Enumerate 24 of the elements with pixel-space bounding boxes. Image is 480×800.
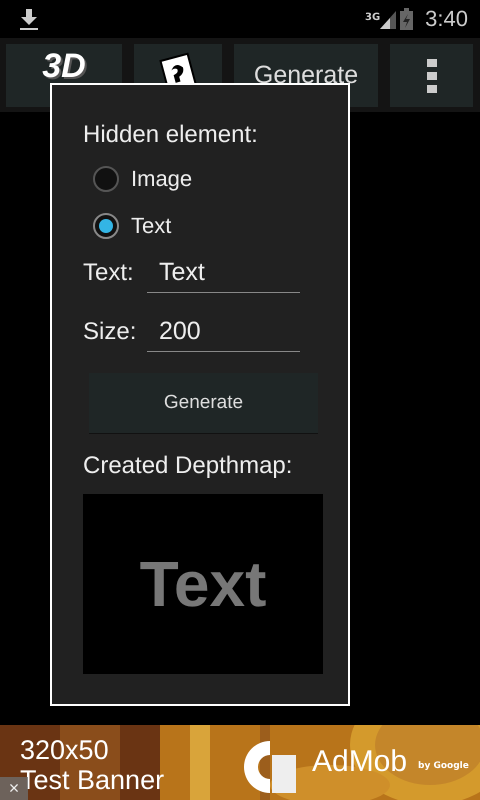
input-field[interactable]: Text (147, 252, 300, 292)
field-label: Text: (83, 258, 135, 286)
field-label: Size: (83, 318, 138, 346)
radio-button[interactable] (93, 166, 119, 192)
download-icon (18, 7, 40, 31)
ad-banner[interactable]: 320x50 Test Banner AdMob by Google × (0, 725, 480, 800)
depthmap-text: Text (140, 547, 266, 621)
close-button[interactable]: × (0, 777, 28, 800)
radio-option[interactable]: Text (93, 208, 348, 243)
generate-button[interactable]: Generate (89, 373, 318, 434)
preview-label: Created Depthmap: (83, 452, 294, 480)
clock: 3:40 (425, 6, 468, 32)
brand-name: AdMob (312, 745, 408, 779)
network-label: 3G (365, 12, 380, 23)
admob-logo-icon (242, 739, 298, 795)
input-field[interactable]: 200 (147, 312, 300, 352)
byline: by Google (418, 761, 469, 771)
overflow-menu-icon[interactable] (390, 44, 473, 107)
signal-icon (380, 9, 396, 29)
radio-option[interactable]: Image (93, 161, 348, 196)
battery-icon (400, 8, 414, 30)
ad-title: 320x50 (20, 735, 110, 765)
radio-button[interactable] (93, 212, 119, 238)
group-label: Hidden element: (83, 121, 259, 149)
